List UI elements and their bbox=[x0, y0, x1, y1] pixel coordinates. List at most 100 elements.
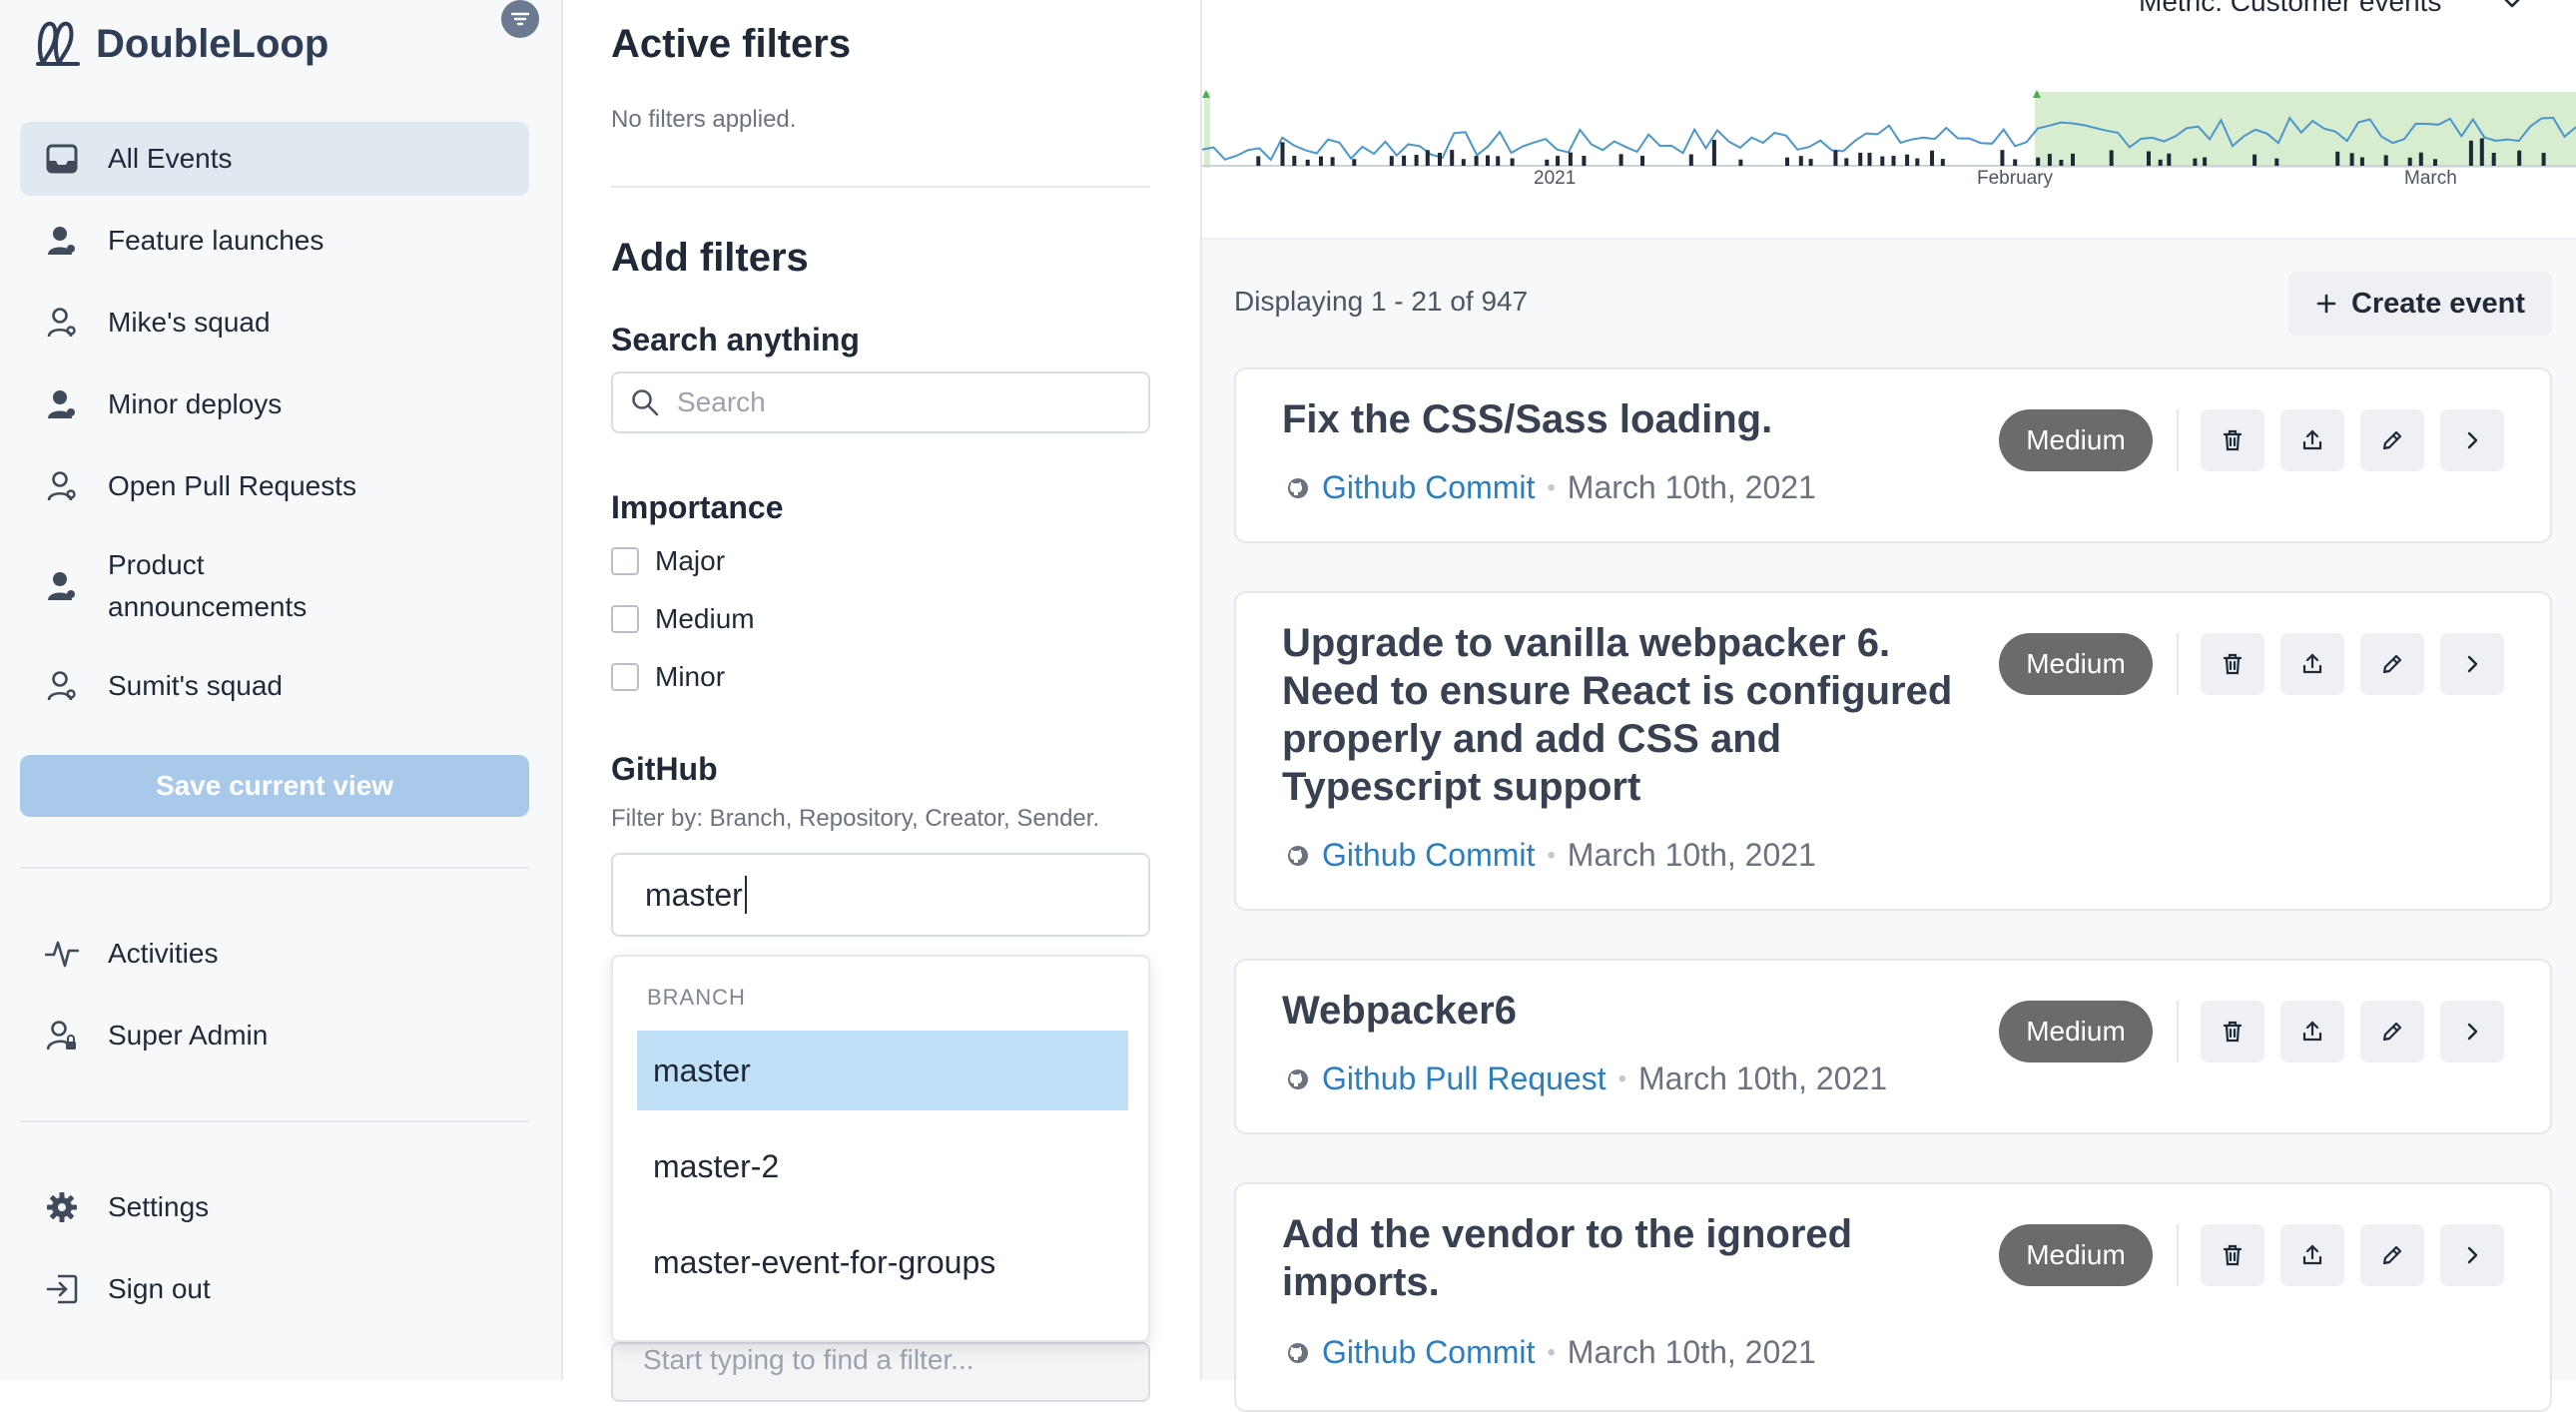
edit-event-button[interactable] bbox=[2360, 1001, 2424, 1062]
meta-separator-dot: • bbox=[1547, 473, 1556, 501]
sidebar-item-sign-out[interactable]: Sign out bbox=[20, 1252, 529, 1326]
event-card[interactable]: Upgrade to vanilla webpacker 6. Need to … bbox=[1234, 591, 2552, 911]
sidebar-item-super-admin[interactable]: Super Admin bbox=[20, 999, 529, 1072]
search-input[interactable] bbox=[675, 385, 1138, 419]
importance-option-major[interactable]: Major bbox=[611, 545, 725, 577]
event-marker-bar bbox=[1474, 156, 1479, 166]
event-title[interactable]: Add the vendor to the ignored imports. bbox=[1282, 1210, 1981, 1306]
event-card[interactable]: Fix the CSS/Sass loading. Github Commit … bbox=[1234, 367, 2552, 543]
filter-typeahead-input[interactable]: Start typing to find a filter... bbox=[611, 1342, 1150, 1402]
filter-typeahead-placeholder: Start typing to find a filter... bbox=[643, 1344, 974, 1375]
open-event-button[interactable] bbox=[2440, 1224, 2504, 1286]
sidebar-item-product-announcements[interactable]: Product announcements bbox=[20, 531, 529, 641]
sidebar-item-activities[interactable]: Activities bbox=[20, 917, 529, 991]
delete-event-button[interactable] bbox=[2201, 1001, 2264, 1062]
event-title[interactable]: Upgrade to vanilla webpacker 6. Need to … bbox=[1282, 619, 1981, 811]
event-source-link[interactable]: Github Commit bbox=[1322, 837, 1535, 874]
edit-event-button[interactable] bbox=[2360, 633, 2424, 695]
collapse-sidebar-button[interactable] bbox=[501, 0, 539, 38]
sidebar-item-sumits-squad[interactable]: Sumit's squad bbox=[20, 649, 529, 723]
event-marker-bar bbox=[2479, 138, 2484, 166]
event-marker-bar bbox=[1618, 154, 1623, 166]
sidebar-divider bbox=[20, 1120, 529, 1122]
event-marker-bar bbox=[2517, 150, 2522, 166]
app-logo[interactable]: DoubleLoop bbox=[34, 18, 328, 70]
event-marker-bar bbox=[2013, 159, 2018, 166]
dropdown-option-master-2[interactable]: master-2 bbox=[637, 1126, 1128, 1206]
edit-event-button[interactable] bbox=[2360, 1224, 2424, 1286]
checkbox[interactable] bbox=[611, 663, 639, 691]
importance-badge[interactable]: Medium bbox=[1999, 1001, 2153, 1062]
importance-badge[interactable]: Medium bbox=[1999, 633, 2153, 695]
event-marker-bar bbox=[2418, 152, 2423, 166]
open-event-button[interactable] bbox=[2440, 409, 2504, 471]
dropdown-option-master-event-for-groups[interactable]: master-event-for-groups bbox=[637, 1222, 1128, 1302]
sidebar-item-all-events[interactable]: All Events bbox=[20, 122, 529, 196]
share-event-button[interactable] bbox=[2280, 1224, 2344, 1286]
sidebar-item-label: Minor deploys bbox=[108, 388, 283, 419]
importance-option-medium[interactable]: Medium bbox=[611, 603, 755, 635]
event-marker-bar bbox=[1891, 156, 1896, 166]
event-source-link[interactable]: Github Commit bbox=[1322, 1334, 1535, 1371]
event-title[interactable]: Webpacker6 bbox=[1282, 987, 1981, 1035]
github-icon bbox=[1286, 844, 1310, 868]
sidebar-item-mikes-squad[interactable]: Mike's squad bbox=[20, 286, 529, 359]
checkbox[interactable] bbox=[611, 547, 639, 575]
event-title[interactable]: Fix the CSS/Sass loading. bbox=[1282, 395, 1981, 443]
search-field[interactable] bbox=[611, 371, 1150, 433]
event-source-link[interactable]: Github Commit bbox=[1322, 469, 1535, 506]
event-source-link[interactable]: Github Pull Request bbox=[1322, 1060, 1607, 1097]
share-event-button[interactable] bbox=[2280, 1001, 2344, 1062]
share-event-button[interactable] bbox=[2280, 633, 2344, 695]
chart-highlight-band bbox=[1204, 92, 1210, 168]
delete-event-button[interactable] bbox=[2201, 409, 2264, 471]
chevron-right-icon bbox=[2467, 655, 2478, 673]
importance-option-minor[interactable]: Minor bbox=[611, 661, 725, 693]
event-marker-bar bbox=[2274, 158, 2279, 166]
event-marker-bar bbox=[2203, 157, 2208, 166]
event-card[interactable]: Webpacker6 Github Pull Request • March 1… bbox=[1234, 959, 2552, 1134]
save-current-view-button[interactable]: Save current view bbox=[20, 755, 529, 817]
event-marker-bar bbox=[1880, 156, 1885, 166]
event-marker-bar bbox=[1402, 155, 1407, 166]
event-marker-bar bbox=[2109, 150, 2114, 166]
importance-badge[interactable]: Medium bbox=[1999, 1224, 2153, 1286]
sidebar-item-settings[interactable]: Settings bbox=[20, 1170, 529, 1244]
event-marker-bar bbox=[1867, 152, 1872, 166]
sidebar-item-open-pull-requests[interactable]: Open Pull Requests bbox=[20, 449, 529, 523]
delete-event-button[interactable] bbox=[2201, 633, 2264, 695]
edit-event-button[interactable] bbox=[2360, 409, 2424, 471]
checkbox[interactable] bbox=[611, 605, 639, 633]
event-marker-bar bbox=[1915, 158, 1920, 166]
event-card[interactable]: Add the vendor to the ignored imports. G… bbox=[1234, 1182, 2552, 1412]
text-caret bbox=[744, 876, 747, 914]
sidebar-item-minor-deploys[interactable]: Minor deploys bbox=[20, 367, 529, 441]
sidebar-item-label: Activities bbox=[108, 938, 219, 969]
user-filled-icon bbox=[44, 386, 80, 422]
open-event-button[interactable] bbox=[2440, 633, 2504, 695]
user-outline-icon bbox=[44, 305, 80, 341]
chevron-right-icon bbox=[2467, 1023, 2478, 1041]
create-event-button[interactable]: Create event bbox=[2288, 272, 2552, 336]
github-filter-value: master bbox=[645, 876, 743, 913]
footer-nav: Settings Sign out bbox=[20, 1170, 529, 1334]
event-marker-bar bbox=[1414, 155, 1419, 166]
github-filter-input[interactable]: master bbox=[611, 853, 1150, 937]
open-event-button[interactable] bbox=[2440, 1001, 2504, 1062]
event-marker-bar bbox=[1930, 150, 1934, 166]
app-name: DoubleLoop bbox=[96, 21, 329, 66]
chevron-right-icon bbox=[2467, 431, 2478, 449]
event-marker-bar bbox=[2407, 157, 2412, 166]
importance-badge[interactable]: Medium bbox=[1999, 409, 2153, 471]
github-suggestions-dropdown: BRANCH master master-2 master-event-for-… bbox=[611, 955, 1150, 1342]
chevron-down-icon bbox=[2501, 0, 2523, 9]
event-meta: Github Commit • March 10th, 2021 bbox=[1286, 469, 1816, 506]
share-event-button[interactable] bbox=[2280, 409, 2344, 471]
dropdown-option-master[interactable]: master bbox=[637, 1031, 1128, 1110]
metric-select[interactable]: Metric: Customer events bbox=[2139, 0, 2523, 18]
metric-chart-area: Metric: Customer events 2021 February Ma… bbox=[1202, 0, 2576, 240]
sidebar-item-feature-launches[interactable]: Feature launches bbox=[20, 204, 529, 278]
event-marker-bar bbox=[1280, 142, 1285, 166]
sidebar-item-label: Super Admin bbox=[108, 1020, 269, 1051]
delete-event-button[interactable] bbox=[2201, 1224, 2264, 1286]
